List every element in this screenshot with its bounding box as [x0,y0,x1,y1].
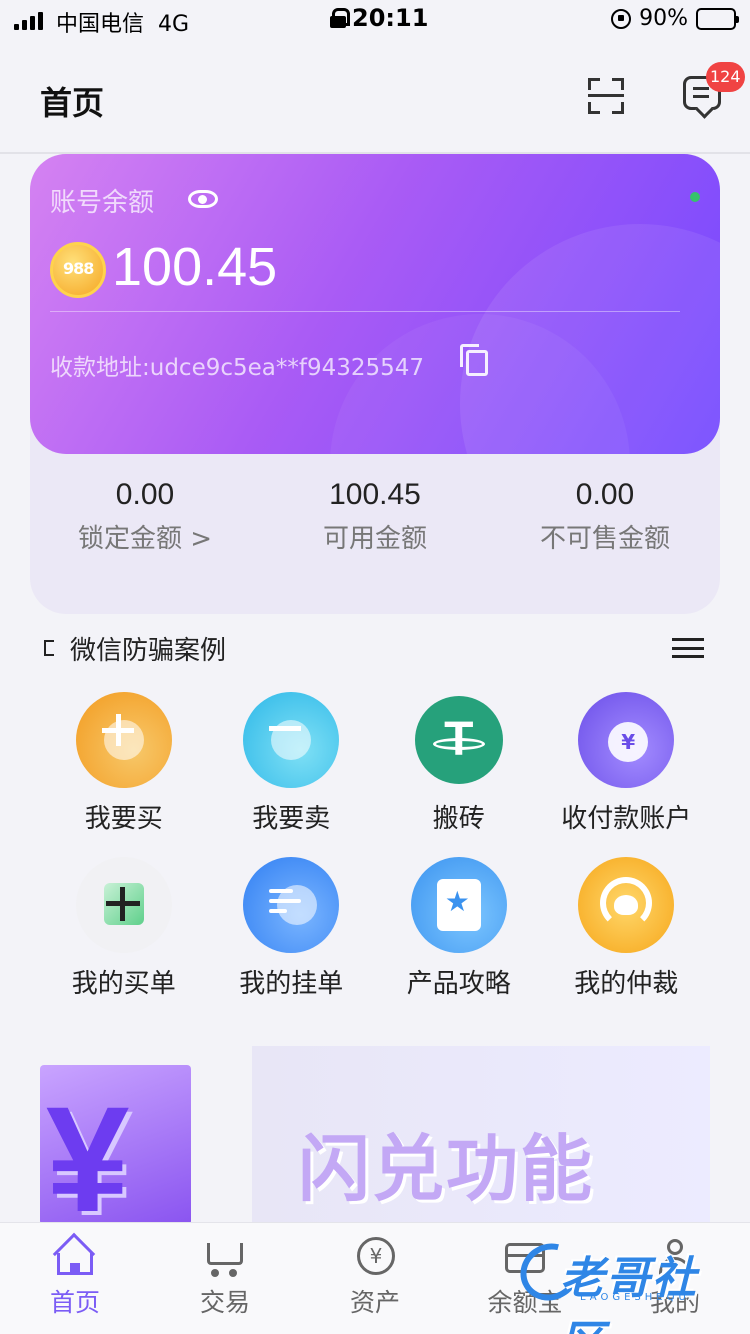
clock: 20:11 [330,4,428,32]
grid-item-payment-account[interactable]: ¥ 收付款账户 [543,692,711,835]
tab-assets[interactable]: ¥ 资产 [300,1223,450,1334]
payment-account-icon: ¥ [578,692,675,788]
divider [50,311,680,312]
grid-item-product-guide[interactable]: ★ 产品攻略 [375,857,543,1000]
battery-icon [696,7,739,30]
buy-plus-icon [75,692,172,788]
notice-text: 微信防骗案例 [70,636,227,666]
status-right: 90% [611,6,739,31]
tab-label: 资产 [349,1288,400,1317]
tab-label: 交易 [199,1288,250,1317]
grid-item-label: 我要买 [84,804,163,834]
stat-unsellable: 0.00 不可售金额 [490,478,720,555]
stat-locked[interactable]: 0.00 锁定金额 > [30,478,260,555]
grid-item-my-listings[interactable]: 我的挂单 [208,857,376,1000]
battery-percent: 90% [639,6,688,31]
my-buy-order-icon [75,857,172,953]
lock-icon [330,8,350,28]
balance-card: 账号余额 988 100.45 收款地址:udce9c5ea**f9432554… [30,154,720,454]
watermark-logo: 老哥社区 LAOGESHEQU [510,1232,740,1334]
flash-exchange-banner[interactable]: 闪兑功能 [252,1046,710,1226]
speaker-icon [44,640,54,656]
stat-value: 0.00 [575,478,635,511]
assets-icon: ¥ [353,1237,397,1277]
function-grid: 我要买 我要卖 T 搬砖 ¥ 收付款账户 我的买单 我的挂单 ★ 产品攻略 我的… [40,692,710,1000]
unread-badge: 124 [706,62,745,92]
grid-item-label: 我的仲裁 [574,969,679,999]
coin-icon: 988 [50,242,106,298]
grid-item-label: 收付款账户 [561,804,692,834]
usdt-icon: T [414,696,503,784]
grid-item-label: 我的买单 [71,969,176,999]
grid-item-arbitration[interactable]: 我的仲裁 [543,857,711,1000]
status-bar: 中国电信 4G 20:11 90% [0,0,750,40]
stat-value: 0.00 [115,478,175,511]
rotation-lock-icon [611,8,632,29]
menu-icon[interactable] [672,638,704,658]
balance-amount: 100.45 [112,237,278,297]
app-header: 首页 124 [0,40,750,154]
stat-available: 100.45 可用金额 [260,478,490,555]
grid-item-sell[interactable]: 我要卖 [208,692,376,835]
stat-label: 锁定金额 > [77,524,213,554]
cart-icon [203,1237,247,1277]
guide-book-icon: ★ [410,857,507,953]
my-listing-icon [243,857,340,953]
online-dot [690,192,700,202]
home-icon [52,1232,97,1277]
grid-item-arbitrage[interactable]: T 搬砖 [375,692,543,835]
grid-item-label: 产品攻略 [406,969,511,999]
stat-label: 可用金额 [322,524,427,554]
page-title: 首页 [40,84,105,122]
balance-stats: 0.00 锁定金额 > 100.45 可用金额 0.00 不可售金额 [30,478,720,555]
sell-minus-icon [243,692,340,788]
grid-item-my-buy-orders[interactable]: 我的买单 [40,857,208,1000]
tab-home[interactable]: 首页 [0,1223,150,1334]
grid-item-label: 搬砖 [432,804,485,834]
scan-icon[interactable] [588,78,624,114]
banner-title: 闪兑功能 [298,1127,595,1211]
grid-item-buy[interactable]: 我要买 [40,692,208,835]
tab-trade[interactable]: 交易 [150,1223,300,1334]
stat-value: 100.45 [329,478,421,511]
grid-item-label: 我要卖 [252,804,331,834]
signal-icon [14,10,43,30]
receive-address: 收款地址:udce9c5ea**f94325547 [50,355,425,381]
banner-left[interactable]: ¥ [40,1065,191,1225]
notice-bar[interactable]: 微信防骗案例 [40,630,710,670]
carrier-label: 中国电信 4G [56,12,190,37]
stat-label: 不可售金额 [539,524,670,554]
grid-item-label: 我的挂单 [239,969,344,999]
balance-label: 账号余额 [50,188,155,218]
eye-icon[interactable] [188,190,218,208]
tab-label: 首页 [49,1288,100,1317]
copy-icon[interactable] [460,344,488,376]
arbitration-support-icon [578,857,675,953]
yen-icon: ¥ [46,1075,130,1225]
